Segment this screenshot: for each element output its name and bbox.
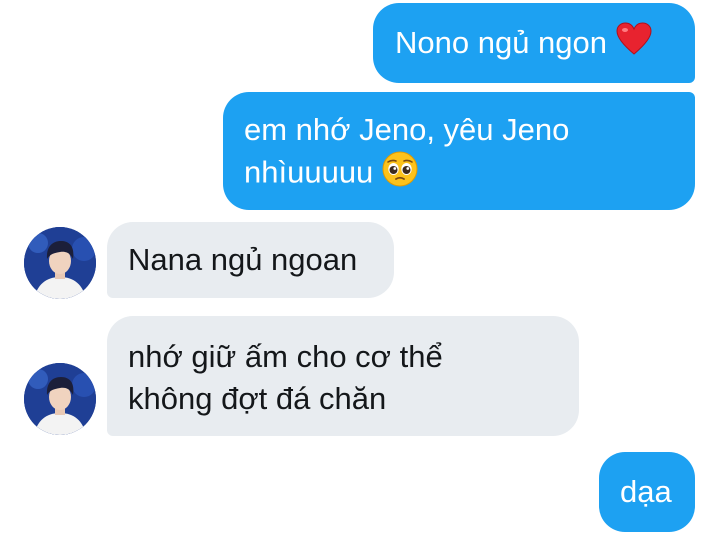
message-bubble-outgoing[interactable]: dạa bbox=[599, 452, 695, 532]
message-text: Nana ngủ ngoan bbox=[128, 242, 358, 277]
message-text: nhớ giữ ấm cho cơ thể không đợt đá chăn bbox=[128, 339, 443, 416]
pleading-face-icon bbox=[382, 151, 418, 198]
chat-thread: Nono ngủ ngon em nhớ Jeno, yêu Jeno nhìu… bbox=[0, 0, 719, 550]
message-bubble-outgoing[interactable]: Nono ngủ ngon bbox=[373, 3, 695, 83]
message-bubble-incoming[interactable]: Nana ngủ ngoan bbox=[107, 222, 394, 298]
message-bubble-outgoing[interactable]: em nhớ Jeno, yêu Jeno nhìuuuuu bbox=[223, 92, 695, 210]
message-bubble-incoming[interactable]: nhớ giữ ấm cho cơ thể không đợt đá chăn bbox=[107, 316, 579, 436]
red-heart-icon bbox=[616, 22, 652, 67]
contact-avatar[interactable] bbox=[24, 227, 96, 299]
message-text: Nono ngủ ngon bbox=[395, 25, 608, 60]
message-text: dạa bbox=[620, 474, 672, 509]
contact-avatar[interactable] bbox=[24, 363, 96, 435]
